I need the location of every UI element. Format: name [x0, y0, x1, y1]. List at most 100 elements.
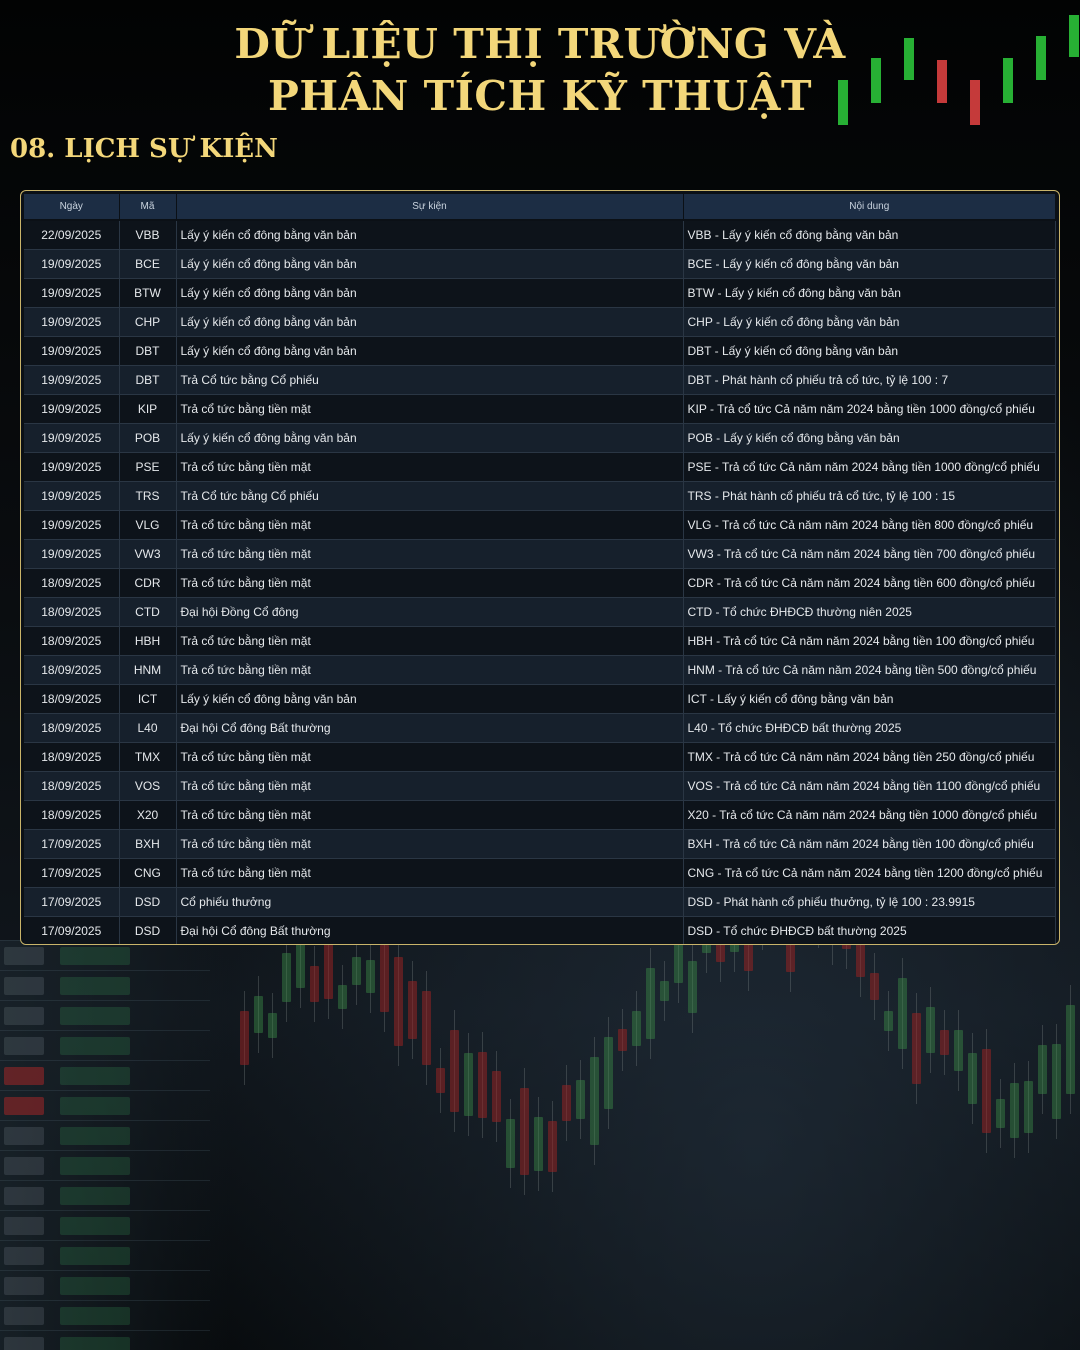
background-ticker-row	[0, 1180, 210, 1210]
table-row: 19/09/2025 DBT Lấy ý kiến cổ đông bằng văn…	[24, 336, 1056, 366]
cell-code: HNM	[119, 655, 177, 685]
background-ticker-board	[0, 940, 230, 1350]
cell-date: 19/09/2025	[24, 510, 120, 540]
cell-event: Trả cổ tức bằng tiền mặt	[176, 655, 684, 685]
cell-date: 19/09/2025	[24, 278, 120, 308]
background-candle	[870, 972, 879, 1001]
table-row: 18/09/2025 HNM Trả cổ tức bằng tiền mặt HNM…	[24, 655, 1056, 685]
background-ticker-row	[0, 1210, 210, 1240]
cell-date: 18/09/2025	[24, 568, 120, 598]
cell-content: VLG - Trả cổ tức Cả năm năm 2024 bằng ti…	[683, 510, 1056, 540]
cell-code: POB	[119, 423, 177, 453]
background-candle	[632, 1010, 641, 1046]
cell-code: CTD	[119, 597, 177, 627]
table-row: 17/09/2025 BXH Trả cổ tức bằng tiền mặt BXH…	[24, 829, 1056, 859]
background-candle	[268, 1012, 277, 1039]
cell-date: 18/09/2025	[24, 800, 120, 830]
cell-content: VOS - Trả cổ tức Cả năm năm 2024 bằng ti…	[683, 771, 1056, 801]
table-row: 18/09/2025 CTD Đại hội Đồng Cổ đông CTD - T…	[24, 597, 1056, 627]
cell-event: Lấy ý kiến cổ đông bằng văn bản	[176, 307, 684, 337]
background-candle	[562, 1084, 571, 1122]
table-row: 18/09/2025 VOS Trả cổ tức bằng tiền mặt VOS…	[24, 771, 1056, 801]
cell-event: Lấy ý kiến cổ đông bằng văn bản	[176, 336, 684, 366]
cell-content: BCE - Lấy ý kiến cổ đông bằng văn bản	[683, 249, 1056, 279]
cell-date: 19/09/2025	[24, 249, 120, 279]
cell-content: BXH - Trả cổ tức Cả năm năm 2024 bằng ti…	[683, 829, 1056, 859]
table-header-row: Ngày Mã Sự kiện Nội dung	[24, 194, 1056, 221]
background-candle	[408, 981, 417, 1040]
background-candle	[310, 965, 319, 1003]
cell-event: Trả cổ tức bằng tiền mặt	[176, 829, 684, 859]
cell-event: Trả cổ tức bằng tiền mặt	[176, 452, 684, 482]
cell-date: 18/09/2025	[24, 684, 120, 714]
cell-content: DBT - Phát hành cổ phiếu trả cổ tức, tỷ …	[683, 365, 1056, 395]
cell-content: X20 - Trả cổ tức Cả năm năm 2024 bằng ti…	[683, 800, 1056, 830]
cell-code: CHP	[119, 307, 177, 337]
green-candle-icon	[838, 80, 848, 125]
red-candle-icon	[937, 60, 947, 103]
cell-event: Trả cổ tức bằng tiền mặt	[176, 742, 684, 772]
background-candle	[1052, 1043, 1061, 1119]
table-row: 18/09/2025 HBH Trả cổ tức bằng tiền mặt HBH…	[24, 626, 1056, 656]
background-ticker-row	[0, 1060, 210, 1090]
table-row: 19/09/2025 POB Lấy ý kiến cổ đông bằng văn…	[24, 423, 1056, 453]
background-candle	[982, 1049, 991, 1133]
cell-content: POB - Lấy ý kiến cổ đông bằng văn bản	[683, 423, 1056, 453]
page-title-line-2: PHÂN TÍCH KỸ THUẬT	[268, 72, 812, 120]
green-candle-icon	[904, 38, 914, 80]
cell-date: 18/09/2025	[24, 626, 120, 656]
column-header-code: Mã	[119, 194, 177, 221]
background-candle	[464, 1053, 473, 1116]
cell-event: Trả cổ tức bằng tiền mặt	[176, 771, 684, 801]
column-header-date: Ngày	[24, 194, 120, 221]
cell-code: CNG	[119, 858, 177, 888]
background-candle	[520, 1088, 529, 1175]
cell-content: CHP - Lấy ý kiến cổ đông bằng văn bản	[683, 307, 1056, 337]
background-candle	[590, 1057, 599, 1146]
cell-code: TRS	[119, 481, 177, 511]
background-candle	[450, 1030, 459, 1113]
cell-content: PSE - Trả cổ tức Cả năm năm 2024 bằng ti…	[683, 452, 1056, 482]
table-row: 19/09/2025 VW3 Trả cổ tức bằng tiền mặt VW3…	[24, 539, 1056, 569]
background-ticker-row	[0, 1000, 210, 1030]
cell-date: 17/09/2025	[24, 858, 120, 888]
table-row: 19/09/2025 KIP Trả cổ tức bằng tiền mặt KIP…	[24, 394, 1056, 424]
cell-event: Lấy ý kiến cổ đông bằng văn bản	[176, 423, 684, 453]
background-candle	[380, 945, 389, 1013]
events-table-body: 22/09/2025 VBB Lấy ý kiến cổ đông bằng văn…	[24, 220, 1056, 944]
cell-date: 17/09/2025	[24, 887, 120, 917]
cell-content: CDR - Trả cổ tức Cả năm năm 2024 bằng ti…	[683, 568, 1056, 598]
cell-event: Đại hội Đồng Cổ đông	[176, 597, 684, 627]
background-candle	[898, 977, 907, 1050]
cell-code: CDR	[119, 568, 177, 598]
cell-event: Trả cổ tức bằng tiền mặt	[176, 626, 684, 656]
cell-code: KIP	[119, 394, 177, 424]
cell-content: HBH - Trả cổ tức Cả năm năm 2024 bằng ti…	[683, 626, 1056, 656]
cell-code: DBT	[119, 336, 177, 366]
cell-code: DBT	[119, 365, 177, 395]
cell-date: 17/09/2025	[24, 829, 120, 859]
table-row: 17/09/2025 CNG Trả cổ tức bằng tiền mặt CNG…	[24, 858, 1056, 888]
background-candle	[492, 1070, 501, 1123]
cell-content: CNG - Trả cổ tức Cả năm năm 2024 bằng ti…	[683, 858, 1056, 888]
background-ticker-row	[0, 1120, 210, 1150]
table-row: 18/09/2025 X20 Trả cổ tức bằng tiền mặt X20…	[24, 800, 1056, 830]
cell-date: 19/09/2025	[24, 539, 120, 569]
cell-date: 19/09/2025	[24, 423, 120, 453]
background-candle	[282, 952, 291, 1002]
cell-content: DSD - Phát hành cổ phiếu thưởng, tỷ lệ 1…	[683, 887, 1056, 917]
cell-event: Trả cổ tức bằng tiền mặt	[176, 858, 684, 888]
table-row: 19/09/2025 BCE Lấy ý kiến cổ đông bằng văn…	[24, 249, 1056, 279]
cell-content: TMX - Trả cổ tức Cả năm năm 2024 bằng ti…	[683, 742, 1056, 772]
table-row: 19/09/2025 TRS Trả Cổ tức bằng Cổ phiếu TRS…	[24, 481, 1056, 511]
cell-date: 18/09/2025	[24, 597, 120, 627]
background-ticker-row	[0, 1330, 210, 1350]
cell-code: BXH	[119, 829, 177, 859]
green-candle-icon	[1003, 58, 1013, 103]
cell-event: Lấy ý kiến cổ đông bằng văn bản	[176, 249, 684, 279]
page-title: DỮ LIỆU THỊ TRƯỜNG VÀ PHÂN TÍCH KỸ THUẬT	[0, 18, 1080, 122]
cell-event: Cổ phiếu thưởng	[176, 887, 684, 917]
table-row: 19/09/2025 VLG Trả cổ tức bằng tiền mặt VLG…	[24, 510, 1056, 540]
background-candle	[240, 1011, 249, 1066]
red-candle-icon	[970, 80, 980, 125]
